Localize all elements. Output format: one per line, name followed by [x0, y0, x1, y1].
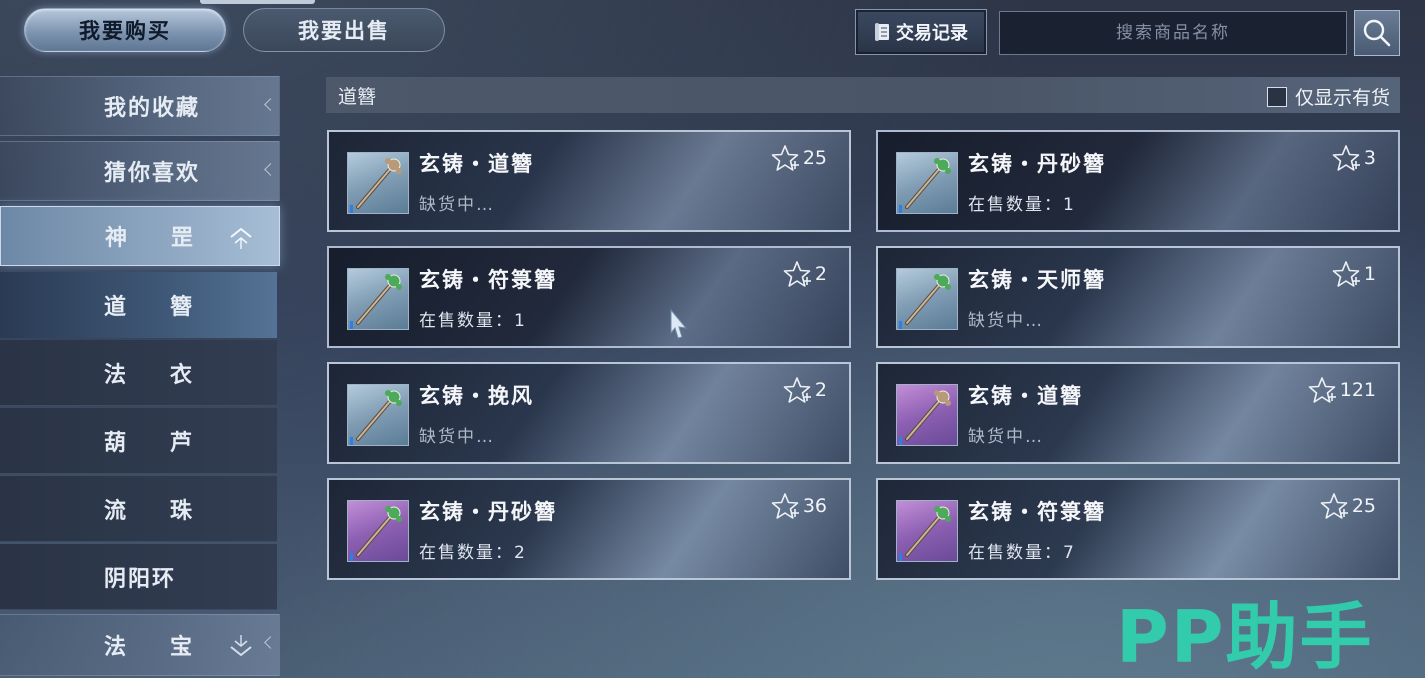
sidebar-item-label: 法衣	[104, 362, 237, 388]
item-card[interactable]: 玄铸・符箓簪 在售数量：7 25	[876, 478, 1400, 580]
favorite-button[interactable]: 2	[783, 376, 827, 404]
item-status: 缺货中…	[419, 195, 495, 215]
favorite-button[interactable]: 36	[771, 492, 827, 520]
favorite-button[interactable]: 1	[1332, 260, 1376, 288]
sidebar-item-yinyanghuan[interactable]: 阴阳环	[0, 544, 277, 610]
scroll-icon	[875, 23, 889, 41]
item-card[interactable]: 玄铸・道簪 缺货中… 25	[327, 130, 851, 232]
star-icon	[1332, 261, 1360, 287]
star-icon	[1332, 145, 1360, 171]
trade-record-label: 交易记录	[896, 23, 968, 44]
top-header-fragment	[200, 0, 315, 4]
sidebar-item-fabao[interactable]: 法宝	[0, 614, 280, 676]
sidebar-item-label: 流珠	[104, 498, 237, 524]
item-name: 玄铸・符箓簪	[419, 267, 557, 292]
search-button[interactable]	[1354, 10, 1400, 56]
favorite-count: 2	[814, 379, 827, 401]
item-name: 玄铸・道簪	[419, 151, 534, 176]
star-icon	[783, 377, 811, 403]
item-card[interactable]: 玄铸・道簪 缺货中… 121	[876, 362, 1400, 464]
sidebar-item-label: 葫芦	[104, 430, 237, 456]
sidebar-item-fayi[interactable]: 法衣	[0, 340, 277, 406]
chevron-up-icon	[230, 227, 252, 249]
item-icon	[347, 500, 409, 562]
search-icon	[1363, 19, 1391, 47]
category-title: 道簪	[338, 85, 377, 108]
favorite-count: 3	[1363, 147, 1376, 169]
chevron-down-icon	[230, 635, 252, 657]
item-status: 在售数量：7	[968, 543, 1076, 563]
item-card[interactable]: 玄铸・天师簪 缺货中… 1	[876, 246, 1400, 348]
tab-sell[interactable]: 我要出售	[243, 8, 445, 52]
star-icon	[771, 145, 799, 171]
item-name: 玄铸・挽风	[419, 383, 534, 408]
star-icon	[783, 261, 811, 287]
item-status: 在售数量：1	[419, 311, 527, 331]
item-status: 在售数量：2	[419, 543, 527, 563]
item-card[interactable]: 玄铸・符箓簪 在售数量：1 2	[327, 246, 851, 348]
sidebar-item-hulu[interactable]: 葫芦	[0, 408, 277, 474]
in-stock-checkbox[interactable]	[1266, 86, 1287, 107]
item-card[interactable]: 玄铸・丹砂簪 在售数量：1 3	[876, 130, 1400, 232]
item-icon	[347, 268, 409, 330]
tab-buy[interactable]: 我要购买	[24, 8, 226, 52]
star-icon	[1320, 493, 1348, 519]
sidebar-item-favorites[interactable]: 我的收藏	[0, 76, 280, 136]
sidebar-item-shengang[interactable]: 神罡	[0, 206, 280, 266]
favorite-button[interactable]: 2	[783, 260, 827, 288]
item-name: 玄铸・丹砂簪	[968, 151, 1106, 176]
cursor-icon	[670, 308, 688, 339]
sidebar-item-daozan[interactable]: 道簪	[0, 272, 277, 338]
sidebar-item-label: 道簪	[104, 295, 237, 320]
trade-record-button[interactable]: 交易记录	[855, 9, 987, 55]
favorite-button[interactable]: 25	[1320, 492, 1376, 520]
item-icon	[347, 384, 409, 446]
item-icon	[896, 384, 958, 446]
favorite-count: 121	[1339, 379, 1376, 401]
item-name: 玄铸・符箓簪	[968, 499, 1106, 524]
favorite-count: 2	[814, 263, 827, 285]
item-icon	[896, 152, 958, 214]
item-name: 玄铸・天师簪	[968, 267, 1106, 292]
favorite-count: 1	[1363, 263, 1376, 285]
item-name: 玄铸・丹砂簪	[419, 499, 557, 524]
in-stock-only-toggle[interactable]: 仅显示有货	[1266, 83, 1390, 110]
item-status: 缺货中…	[419, 427, 495, 447]
sidebar-item-label: 阴阳环	[104, 566, 177, 592]
favorite-count: 25	[802, 147, 827, 169]
item-name: 玄铸・道簪	[968, 383, 1083, 408]
sidebar-item-label: 我的收藏	[104, 96, 201, 121]
sidebar-item-label: 猜你喜欢	[104, 161, 201, 186]
star-icon	[1308, 377, 1336, 403]
item-card[interactable]: 玄铸・挽风 缺货中… 2	[327, 362, 851, 464]
search-input[interactable]	[999, 11, 1347, 55]
favorite-button[interactable]: 3	[1332, 144, 1376, 172]
watermark-logo: PP助手	[1116, 595, 1374, 678]
favorite-count: 36	[802, 495, 827, 517]
sidebar-item-label: 法宝	[104, 635, 237, 660]
in-stock-label: 仅显示有货	[1294, 87, 1390, 109]
favorite-button[interactable]: 25	[771, 144, 827, 172]
sidebar-item-label: 神罡	[105, 226, 238, 251]
item-status: 在售数量：1	[968, 195, 1076, 215]
item-status: 缺货中…	[968, 311, 1044, 331]
favorite-button[interactable]: 121	[1308, 376, 1376, 404]
item-status: 缺货中…	[968, 427, 1044, 447]
item-card[interactable]: 玄铸・丹砂簪 在售数量：2 36	[327, 478, 851, 580]
sidebar-item-recommended[interactable]: 猜你喜欢	[0, 141, 280, 201]
item-icon	[896, 268, 958, 330]
item-icon	[347, 152, 409, 214]
star-icon	[771, 493, 799, 519]
favorite-count: 25	[1351, 495, 1376, 517]
sidebar-item-liuzhu[interactable]: 流珠	[0, 476, 277, 542]
item-icon	[896, 500, 958, 562]
category-header: 道簪 仅显示有货	[326, 77, 1400, 113]
